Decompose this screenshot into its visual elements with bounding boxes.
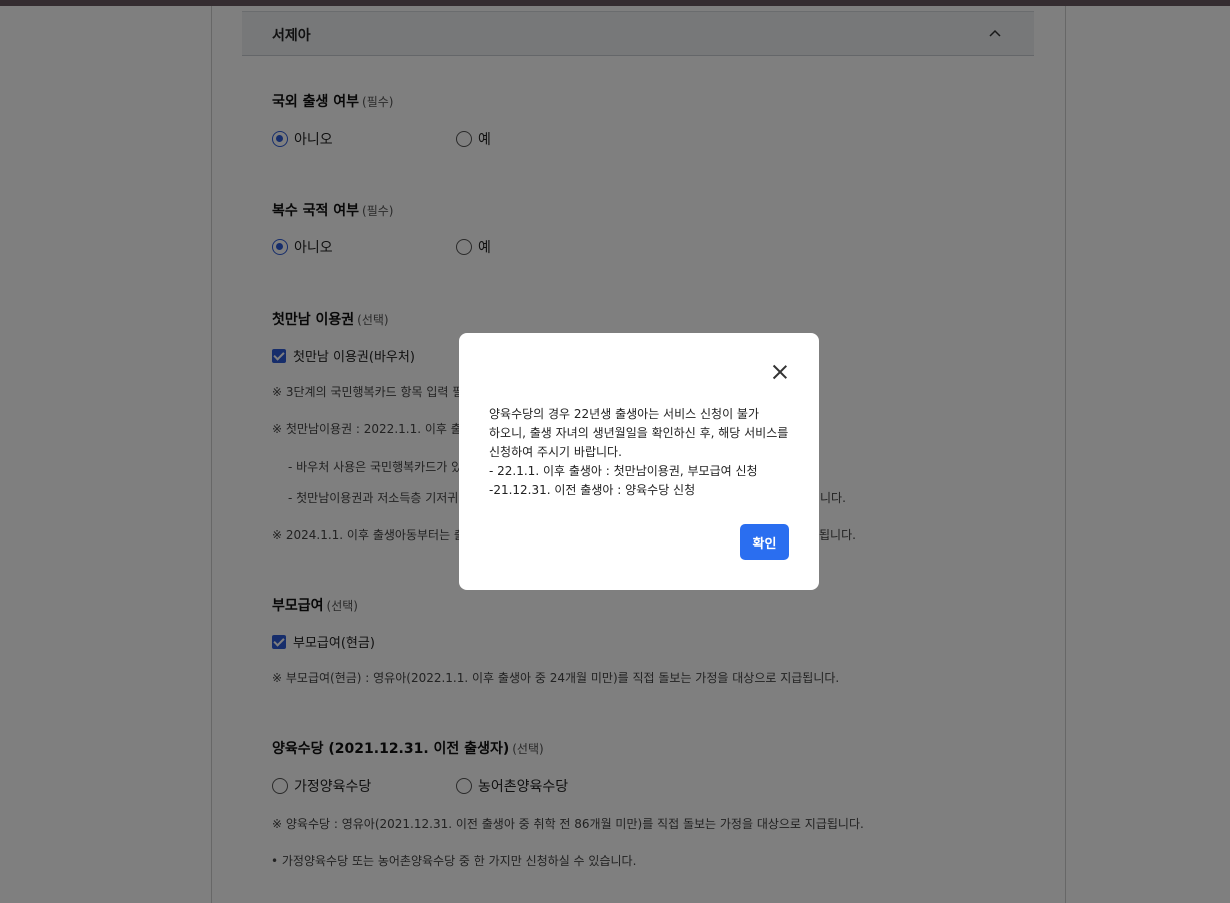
dialog-message: 양육수당의 경우 22년생 출생아는 서비스 신청이 불가 하오니, 출생 자녀… xyxy=(489,405,789,500)
dialog-message-line: - 22.1.1. 이후 출생아 : 첫만남이용권, 부모급여 신청 xyxy=(489,464,758,478)
dialog-message-line: 양육수당의 경우 22년생 출생아는 서비스 신청이 불가 하오니, 출생 자녀… xyxy=(489,407,789,459)
alert-dialog: 양육수당의 경우 22년생 출생아는 서비스 신청이 불가 하오니, 출생 자녀… xyxy=(459,333,819,590)
close-icon[interactable] xyxy=(770,362,790,382)
dialog-message-line: -21.12.31. 이전 출생아 : 양육수당 신청 xyxy=(489,483,696,497)
confirm-button[interactable]: 확인 xyxy=(740,524,789,560)
